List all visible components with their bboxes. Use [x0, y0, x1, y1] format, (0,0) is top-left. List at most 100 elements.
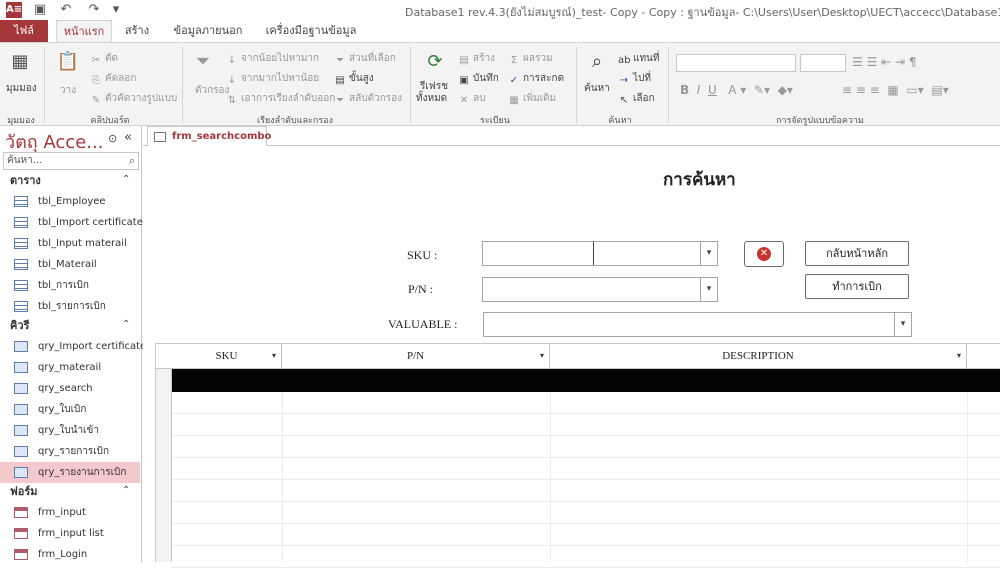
filter-icon[interactable]: ⏷ [190, 49, 216, 75]
dropdown-arrow-icon[interactable]: ▾ [540, 344, 544, 368]
chevron-down-icon[interactable]: ▾ [700, 278, 717, 301]
tab-external-data[interactable]: ข้อมูลภายนอก [163, 20, 253, 42]
nav-item-label: tbl_การเบิก [38, 280, 89, 291]
replace-button[interactable]: ab แทนที่ [618, 51, 659, 67]
table-row[interactable] [172, 480, 1000, 502]
selected-new-record-row[interactable] [172, 369, 1000, 392]
sort-ascending-button[interactable]: ↓ จากน้อยไปหามาก [226, 51, 319, 67]
table-row[interactable] [172, 524, 1000, 546]
table-row[interactable] [172, 392, 1000, 414]
sku-combo[interactable]: ▾ [482, 241, 718, 266]
paste-icon[interactable]: 📋 [55, 49, 81, 75]
tab-home[interactable]: หน้าแรก [56, 20, 112, 42]
binoculars-icon[interactable]: ⌕ [584, 49, 610, 75]
nav-section-table[interactable]: ตาราง [0, 172, 142, 190]
refresh-icon[interactable]: ⟳ [422, 49, 448, 75]
goto-button[interactable]: → ไปที่ [618, 71, 651, 87]
nav-item[interactable]: tbl_Input materail [0, 233, 140, 254]
nav-item[interactable]: qry_Import certificate [0, 336, 146, 357]
tab-database-tools[interactable]: เครื่องมือฐานข้อมูล [258, 20, 364, 42]
tab-file[interactable]: ไฟล์ [0, 20, 48, 42]
save-record-button[interactable]: ▣ บันทึก [458, 71, 499, 87]
paste-button[interactable]: วาง [60, 83, 76, 98]
chevron-down-icon[interactable]: ▾ [894, 313, 911, 336]
bold-italic-underline-buttons[interactable]: B I U A ▾ ✎▾ ◆▾ [680, 83, 793, 97]
remove-sort-button[interactable]: ⇅ เอาการเรียงลำดับออก [226, 91, 335, 107]
back-to-main-button[interactable]: กลับหน้าหลัก [805, 241, 909, 266]
tab-frm-searchcombo[interactable]: frm_searchcombo [147, 126, 271, 147]
list-icons[interactable]: ☰ ☰ ⇤ ⇥ ¶ [852, 55, 917, 69]
table-row[interactable] [172, 414, 1000, 436]
column-header-pn[interactable]: P/N ▾ [282, 344, 550, 370]
separator [668, 47, 669, 123]
advanced-button[interactable]: ▤ ขั้นสูง [334, 71, 373, 87]
sort-descending-button[interactable]: ↓ จากมากไปหาน้อย [226, 71, 319, 87]
customize-quick-access-icon[interactable]: ▾ [108, 2, 124, 18]
brush-icon: ✎ [91, 95, 101, 106]
font-size-select[interactable] [800, 54, 846, 72]
view-icon[interactable]: ▦ [7, 49, 33, 75]
refresh-all-sub[interactable]: ทั้งหมด [416, 91, 447, 106]
spelling-button[interactable]: ✓ การสะกด [508, 71, 564, 87]
nav-section-query[interactable]: คิวรี [0, 317, 142, 335]
format-painter-button[interactable]: ✎ ตัวคัดวางรูปแบบ [90, 91, 177, 107]
filter-button[interactable]: ตัวกรอง [195, 83, 229, 98]
nav-search-input[interactable]: ค้นหา... ⌕ [3, 152, 139, 170]
undo-icon[interactable]: ↶ [58, 2, 74, 18]
save-icon[interactable]: ▣ [32, 2, 48, 18]
column-header-sku[interactable]: SKU ▾ [172, 344, 282, 370]
new-record-button[interactable]: ▤ สร้าง [458, 51, 495, 67]
pn-combo[interactable]: ▾ [482, 277, 718, 302]
dropdown-arrow-icon[interactable]: ▾ [957, 344, 961, 368]
form-search: การค้นหา SKU : ▾ ✕ กลับหน้าหลัก ทำการเบิ… [143, 146, 1000, 568]
alignment-buttons[interactable]: ≡ ≡ ≡ ▦ ▭▾ ▤▾ [842, 83, 949, 97]
collapse-section-icon[interactable]: ⌃ [122, 485, 130, 496]
nav-item[interactable]: qry_search [0, 378, 140, 399]
select-button[interactable]: ↖ เลือก [618, 91, 655, 107]
nav-item[interactable]: qry_ใบนำเข้า [0, 420, 140, 441]
more-records-button[interactable]: ▦ เพิ่มเติม [508, 91, 556, 107]
column-header-description[interactable]: DESCRIPTION ▾ [550, 344, 967, 370]
valuable-combo[interactable]: ▾ [483, 312, 912, 337]
table-row[interactable] [172, 546, 1000, 568]
nav-item[interactable]: tbl_การเบิก [0, 275, 140, 296]
clear-button[interactable]: ✕ [744, 241, 784, 267]
table-row[interactable] [172, 436, 1000, 458]
collapse-section-icon[interactable]: ⌃ [122, 319, 130, 330]
table-row[interactable] [172, 458, 1000, 480]
nav-section-form[interactable]: ฟอร์ม [0, 483, 142, 501]
tab-create[interactable]: สร้าง [118, 20, 156, 42]
chevron-down-icon[interactable]: ▾ [700, 242, 717, 265]
withdraw-button[interactable]: ทำการเบิก [805, 274, 909, 299]
nav-item[interactable]: tbl_Materail [0, 254, 140, 275]
font-name-select[interactable] [676, 54, 796, 72]
nav-item[interactable]: qry_รายงานการเบิก [0, 462, 140, 483]
delete-record-button[interactable]: ✕ ลบ [458, 91, 486, 107]
nav-item[interactable]: frm_input [0, 502, 140, 523]
remove-sort-icon: ⇅ [227, 95, 237, 106]
selection-button[interactable]: ⏷ ส่วนที่เลือก [334, 51, 396, 67]
nav-item[interactable]: tbl_Import certificate [0, 212, 143, 233]
cut-button[interactable]: ✂ ตัด [90, 51, 118, 67]
nav-item[interactable]: frm_input list [0, 523, 140, 544]
view-button[interactable]: มุมมอง [6, 81, 37, 96]
nav-item[interactable]: qry_ใบเบิก [0, 399, 140, 420]
table-row[interactable] [172, 502, 1000, 524]
nav-menu-icon[interactable]: ⊙ [108, 132, 117, 145]
results-datasheet: SKU ▾ P/N ▾ DESCRIPTION ▾ [155, 343, 1000, 568]
form-icon [154, 132, 166, 142]
dropdown-arrow-icon[interactable]: ▾ [272, 344, 276, 368]
redo-icon[interactable]: ↷ [86, 2, 102, 18]
record-selector-column[interactable] [156, 343, 172, 562]
column-gridline [550, 392, 551, 562]
nav-item[interactable]: qry_รายการเบิก [0, 441, 140, 462]
collapse-section-icon[interactable]: ⌃ [122, 174, 130, 185]
copy-button[interactable]: ⎘ คัดลอก [90, 71, 136, 87]
nav-item[interactable]: tbl_รายการเบิก [0, 296, 140, 317]
find-button[interactable]: ค้นหา [584, 81, 610, 96]
nav-item[interactable]: qry_materail [0, 357, 140, 378]
toggle-filter-button[interactable]: ⏷ สลับตัวกรอง [334, 91, 402, 107]
totals-button[interactable]: Σ ผลรวม [508, 51, 553, 67]
nav-item[interactable]: tbl_Employee [0, 191, 140, 212]
collapse-pane-icon[interactable]: « [124, 130, 132, 145]
